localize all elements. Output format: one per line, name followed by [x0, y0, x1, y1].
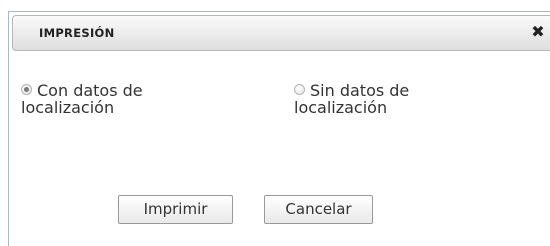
option-without-location-label-line2: localización: [294, 98, 388, 117]
option-without-location[interactable]: Sin datos de localización: [294, 82, 409, 116]
close-icon[interactable]: ✖: [530, 23, 546, 41]
cancel-button[interactable]: Cancelar: [264, 195, 373, 224]
radio-with-location[interactable]: [21, 84, 32, 95]
dialog-titlebar: IMPRESIÓN ✖: [12, 15, 550, 51]
print-button[interactable]: Imprimir: [118, 195, 233, 224]
dialog-title: IMPRESIÓN: [39, 26, 115, 40]
option-with-location-label-line2: localización: [21, 98, 115, 117]
print-dialog: IMPRESIÓN ✖ Con datos de localización Si…: [8, 11, 550, 246]
option-with-location[interactable]: Con datos de localización: [21, 82, 143, 116]
radio-without-location[interactable]: [294, 84, 305, 95]
